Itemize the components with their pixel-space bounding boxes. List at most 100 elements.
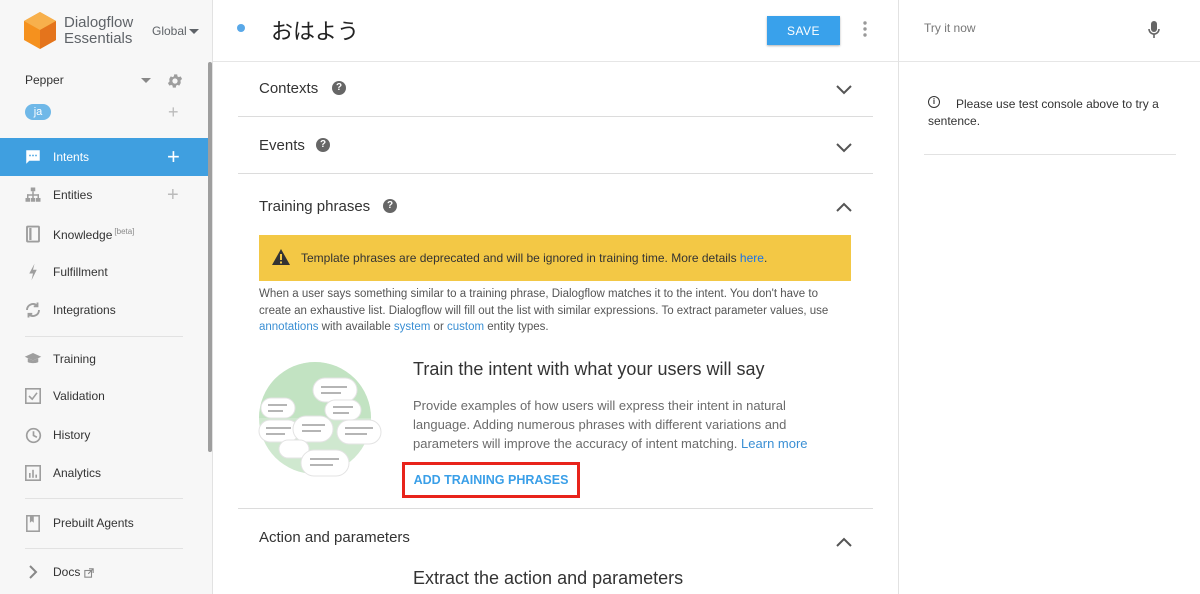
add-entity-button[interactable]: + <box>167 185 179 205</box>
chevron-up-icon[interactable] <box>836 202 852 212</box>
section-title: Training phrases <box>259 198 371 215</box>
sidebar-item-entities[interactable]: Entities + <box>0 176 208 214</box>
deprecation-warning: Template phrases are deprecated and will… <box>259 235 851 281</box>
sidebar-item-label: Knowledge [beta] <box>53 227 134 242</box>
microphone-icon[interactable] <box>1147 20 1161 40</box>
language-chip[interactable]: ja <box>25 104 51 120</box>
contexts-section[interactable]: Contexts ? <box>238 62 873 117</box>
checkbox-icon <box>24 387 42 405</box>
sidebar-item-knowledge[interactable]: Knowledge [beta] <box>0 215 208 253</box>
sidebar-item-label: Entities <box>53 188 93 202</box>
sidebar-item-intents[interactable]: Intents + <box>0 138 208 176</box>
sidebar-item-label: History <box>53 428 91 442</box>
sync-icon <box>24 301 42 319</box>
sidebar-item-training[interactable]: Training <box>0 340 208 378</box>
help-icon[interactable]: ? <box>332 81 346 95</box>
caret-down-icon <box>188 29 199 35</box>
custom-link[interactable]: custom <box>447 321 484 333</box>
sidebar-item-label: Prebuilt Agents <box>53 516 134 530</box>
sidebar-item-prebuilt-agents[interactable]: Prebuilt Agents <box>0 504 208 542</box>
help-icon[interactable]: ? <box>316 138 330 152</box>
external-link-icon <box>83 568 94 578</box>
add-intent-button[interactable]: + <box>167 146 180 168</box>
sidebar-item-fulfillment[interactable]: Fulfillment <box>0 253 208 291</box>
sidebar-divider <box>25 498 183 499</box>
knowledge-label: Knowledge <box>53 227 113 242</box>
more-vert-icon[interactable] <box>862 20 868 38</box>
chevron-down-icon[interactable] <box>836 143 852 153</box>
sidebar-scrollbar[interactable] <box>208 62 212 452</box>
docs-label: Docs <box>53 565 81 579</box>
sidebar-item-integrations[interactable]: Integrations <box>0 291 208 329</box>
region-label: Global <box>152 24 187 38</box>
sidebar-item-analytics[interactable]: Analytics <box>0 454 208 492</box>
brand-line1: Dialogflow <box>64 14 134 31</box>
brand-line2: Essentials <box>64 30 133 47</box>
brand-name: Dialogflow Essentials <box>64 15 144 47</box>
training-empty-title: Train the intent with what your users wi… <box>413 359 765 379</box>
sidebar-item-label: Validation <box>53 389 105 403</box>
brand-header: Dialogflow Essentials Global <box>0 0 213 62</box>
chat-bubbles-illustration <box>258 362 382 477</box>
info-icon: i <box>928 96 940 108</box>
sidebar-item-validation[interactable]: Validation <box>0 377 208 415</box>
empty-desc-text: Provide examples of how users will expre… <box>413 398 787 451</box>
beta-badge: [beta] <box>114 226 135 236</box>
try-it-now-input[interactable]: Try it now <box>924 21 976 35</box>
agent-selector[interactable]: Pepper <box>0 68 213 94</box>
test-console: Try it now Please use test console above… <box>898 0 1200 594</box>
chat-icon <box>24 148 42 166</box>
sidebar-item-history[interactable]: History <box>0 416 208 454</box>
training-description: When a user says something similar to a … <box>259 286 849 336</box>
desc-text: with available <box>321 321 391 333</box>
region-selector[interactable]: Global <box>152 24 199 38</box>
chevron-up-icon[interactable] <box>836 537 852 547</box>
right-panel-divider <box>924 154 1176 155</box>
sidebar-item-label: Analytics <box>53 466 102 480</box>
info-message: Please use test console above to try a s… <box>928 97 1159 128</box>
sidebar-divider <box>25 336 183 337</box>
sidebar-item-label: Intents <box>53 150 90 164</box>
chevron-down-icon[interactable] <box>836 85 852 95</box>
dialogflow-logo-icon[interactable] <box>24 12 56 50</box>
warning-icon <box>272 249 290 265</box>
intent-name-input[interactable]: おはよう <box>271 14 359 46</box>
hierarchy-icon <box>24 186 42 204</box>
training-empty-description: Provide examples of how users will expre… <box>413 396 833 453</box>
warning-message: Template phrases are deprecated and will… <box>301 251 737 265</box>
desc-text: or <box>433 321 444 333</box>
intent-content: Contexts ? Events ? Training phrases ? T… <box>213 62 898 594</box>
sidebar-item-label: Training <box>53 352 96 366</box>
section-title: Events <box>259 137 305 154</box>
bookmark-icon <box>24 514 42 532</box>
section-title: Contexts <box>259 80 319 97</box>
intent-header: おはよう SAVE <box>213 0 898 62</box>
clock-icon <box>24 426 42 444</box>
add-language-button[interactable]: + <box>168 102 179 122</box>
warning-here-link[interactable]: here <box>740 251 764 265</box>
caret-down-icon <box>141 78 151 83</box>
chevron-right-icon <box>24 563 42 581</box>
save-button[interactable]: SAVE <box>767 16 840 45</box>
sidebar-item-label: Docs <box>53 565 94 579</box>
system-link[interactable]: system <box>394 321 430 333</box>
status-dot <box>237 24 245 32</box>
bolt-icon <box>24 263 42 281</box>
gear-icon[interactable] <box>166 72 184 90</box>
desc-text: When a user says something similar to a … <box>259 288 829 317</box>
help-icon[interactable]: ? <box>383 199 397 213</box>
bar-chart-icon <box>24 464 42 482</box>
warning-text: Template phrases are deprecated and will… <box>301 251 768 265</box>
test-console-info: Please use test console above to try a s… <box>928 96 1172 130</box>
sidebar-item-docs[interactable]: Docs <box>0 553 208 591</box>
agent-name: Pepper <box>25 73 64 87</box>
desc-text: entity types. <box>487 321 549 333</box>
book-icon <box>24 225 42 243</box>
events-section[interactable]: Events ? <box>238 117 873 174</box>
sidebar-item-label: Integrations <box>53 303 116 317</box>
add-training-phrases-button[interactable]: ADD TRAINING PHRASES <box>402 462 580 498</box>
annotations-link[interactable]: annotations <box>259 321 318 333</box>
learn-more-link[interactable]: Learn more <box>741 436 807 451</box>
graduation-cap-icon <box>24 350 42 368</box>
sidebar: Dialogflow Essentials Global Pepper ja +… <box>0 0 213 594</box>
